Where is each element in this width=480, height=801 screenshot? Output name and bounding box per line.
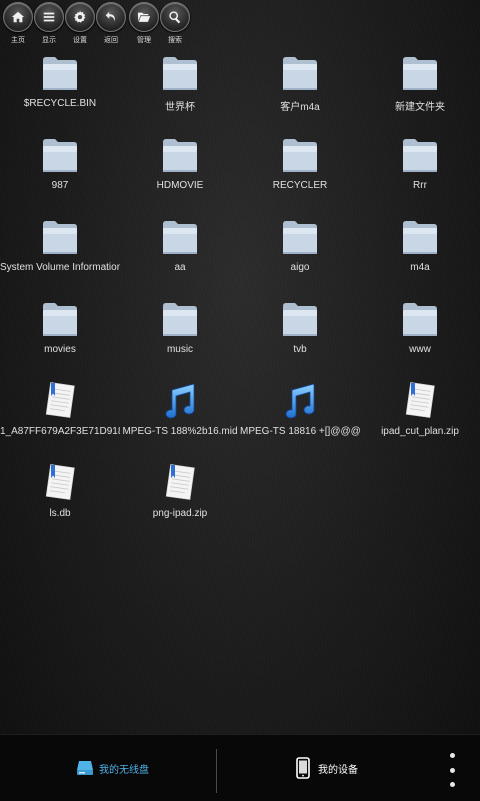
folder-icon bbox=[403, 139, 437, 172]
file-name: aigo bbox=[290, 262, 310, 273]
wireless-disk-icon bbox=[77, 761, 93, 775]
file-name: ipad_cut_plan.zip bbox=[381, 426, 459, 437]
file-item[interactable]: 1_A87FF679A2F3E71D918. bbox=[0, 380, 120, 437]
search-button[interactable]: 搜索 bbox=[160, 2, 190, 45]
folder-icon bbox=[283, 139, 317, 172]
toolbar: 主页 显示 设置 返回 管理 搜索 bbox=[0, 0, 480, 48]
display-button[interactable]: 显示 bbox=[34, 2, 64, 45]
bottom-bar: 我的无线盘 我的设备 bbox=[0, 734, 480, 801]
device-label: 我的设备 bbox=[318, 764, 358, 776]
file-name: $RECYCLE.BIN bbox=[23, 98, 97, 109]
folder-icon bbox=[403, 57, 437, 90]
folder-item[interactable]: 世界杯 bbox=[120, 52, 240, 113]
folder-icon bbox=[43, 57, 77, 90]
document-icon bbox=[45, 464, 75, 500]
file-item[interactable]: ls.db bbox=[0, 462, 120, 519]
folder-item[interactable]: movies bbox=[0, 298, 120, 355]
search-icon bbox=[169, 11, 181, 24]
gear-icon bbox=[74, 10, 86, 23]
folder-item[interactable]: tvb bbox=[240, 298, 360, 355]
folder-item[interactable]: $RECYCLE.BIN bbox=[0, 52, 120, 109]
folder-icon bbox=[403, 303, 437, 336]
folder-item[interactable]: HDMOVIE bbox=[120, 134, 240, 191]
folder-item[interactable]: www bbox=[360, 298, 480, 355]
folder-icon bbox=[283, 303, 317, 336]
folder-icon bbox=[43, 139, 77, 172]
folder-icon bbox=[163, 303, 197, 336]
display-label: 显示 bbox=[42, 36, 56, 44]
wireless-disk-label: 我的无线盘 bbox=[99, 764, 149, 776]
document-icon bbox=[405, 382, 435, 418]
tab-my-wireless-disk[interactable]: 我的无线盘 bbox=[76, 735, 149, 801]
folder-item[interactable]: Rrr bbox=[360, 134, 480, 191]
folder-item[interactable]: m4a bbox=[360, 216, 480, 273]
tab-divider bbox=[216, 749, 217, 793]
file-name: Rrr bbox=[413, 180, 427, 191]
folder-item[interactable]: RECYCLER bbox=[240, 134, 360, 191]
folder-icon bbox=[163, 57, 197, 90]
document-icon bbox=[165, 464, 195, 500]
search-label: 搜索 bbox=[168, 36, 182, 44]
file-item[interactable]: MPEG-TS 188%2b16.mid bbox=[120, 380, 240, 437]
file-name: HDMOVIE bbox=[156, 180, 204, 191]
file-name: png-ipad.zip bbox=[152, 508, 208, 519]
home-button[interactable]: 主页 bbox=[3, 2, 33, 45]
file-item[interactable]: png-ipad.zip bbox=[120, 462, 240, 519]
file-name: tvb bbox=[293, 344, 307, 355]
file-name: movies bbox=[44, 344, 76, 355]
home-icon bbox=[11, 11, 25, 23]
file-name: RECYCLER bbox=[272, 180, 328, 191]
folder-icon bbox=[163, 139, 197, 172]
back-icon bbox=[105, 11, 115, 22]
manage-button[interactable]: 管理 bbox=[129, 2, 159, 45]
settings-label: 设置 bbox=[73, 36, 87, 44]
folder-item[interactable]: aa bbox=[120, 216, 240, 273]
file-item[interactable]: ipad_cut_plan.zip bbox=[360, 380, 480, 437]
file-name: 新建文件夹 bbox=[395, 102, 445, 113]
home-label: 主页 bbox=[11, 36, 25, 44]
folder-icon bbox=[283, 57, 317, 90]
folder-item[interactable]: music bbox=[120, 298, 240, 355]
music-note-icon bbox=[285, 383, 315, 419]
overflow-menu-icon[interactable] bbox=[442, 753, 462, 787]
folder-item[interactable]: 987 bbox=[0, 134, 120, 191]
file-name: 987 bbox=[51, 180, 69, 191]
folder-icon bbox=[43, 303, 77, 336]
file-name: System Volume Information bbox=[0, 262, 120, 273]
folder-icon bbox=[163, 221, 197, 254]
file-item[interactable]: MPEG-TS 18816 +[]@@@ $... bbox=[240, 380, 360, 437]
file-name: music bbox=[166, 344, 194, 355]
manage-label: 管理 bbox=[137, 36, 151, 44]
settings-button[interactable]: 设置 bbox=[65, 2, 95, 45]
file-name: aa bbox=[174, 262, 186, 273]
file-name: 世界杯 bbox=[165, 102, 195, 113]
list-icon bbox=[43, 12, 55, 22]
folder-item[interactable]: System Volume Information bbox=[0, 216, 120, 273]
document-icon bbox=[45, 382, 75, 418]
folder-icon bbox=[283, 221, 317, 254]
music-note-icon bbox=[165, 383, 195, 419]
back-button[interactable]: 返回 bbox=[96, 2, 126, 45]
folder-icon bbox=[43, 221, 77, 254]
file-name: 客户m4a bbox=[280, 102, 320, 113]
tab-my-device[interactable]: 我的设备 bbox=[296, 735, 358, 801]
folder-item[interactable]: 客户m4a bbox=[240, 52, 360, 113]
folder-open-icon bbox=[137, 12, 151, 22]
file-name: www bbox=[409, 344, 431, 355]
file-name: m4a bbox=[410, 262, 430, 273]
back-label: 返回 bbox=[104, 36, 118, 44]
file-name: MPEG-TS 18816 +[]@@@ $... bbox=[240, 426, 360, 437]
file-name: ls.db bbox=[49, 508, 71, 519]
file-name: MPEG-TS 188%2b16.mid bbox=[122, 426, 238, 437]
phone-icon bbox=[296, 757, 310, 779]
file-name: 1_A87FF679A2F3E71D918. bbox=[0, 426, 120, 437]
folder-item[interactable]: aigo bbox=[240, 216, 360, 273]
folder-icon bbox=[403, 221, 437, 254]
folder-item[interactable]: 新建文件夹 bbox=[360, 52, 480, 113]
